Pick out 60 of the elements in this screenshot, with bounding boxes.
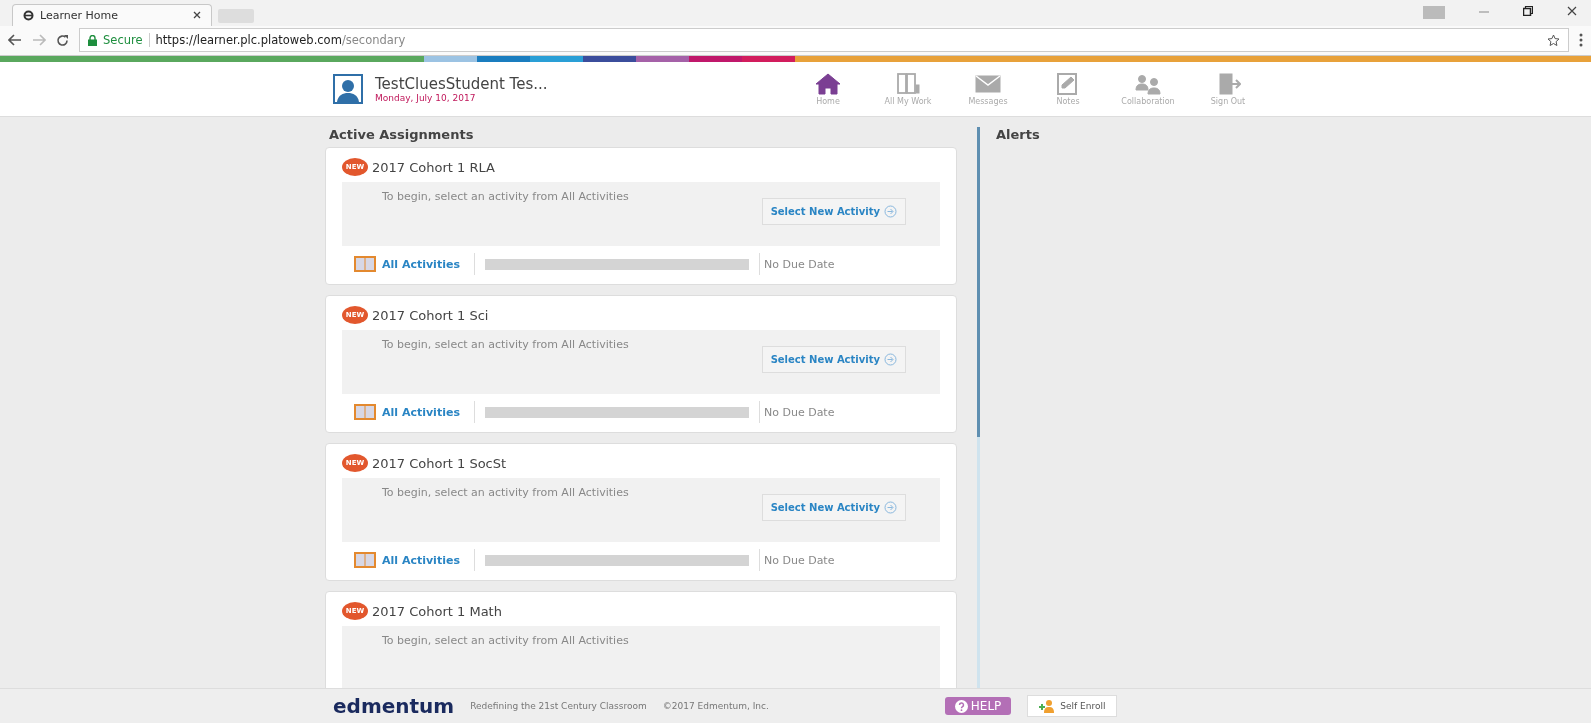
restore-icon[interactable] [1523, 6, 1533, 17]
back-icon[interactable] [8, 34, 22, 47]
scrollbar-thumb[interactable] [977, 127, 980, 437]
select-activity-button[interactable]: Select New Activity [761, 198, 906, 225]
close-icon[interactable] [193, 11, 201, 20]
book-icon [354, 256, 376, 272]
assignment-title: 2017 Cohort 1 SocSt [372, 455, 507, 471]
instruction-text: To begin, select an activity from All Activities [382, 338, 629, 351]
book-icon [895, 72, 921, 95]
envelope-icon [975, 72, 1001, 95]
avatar-icon [333, 74, 363, 104]
instruction-text: To begin, select an activity from All Activities [382, 486, 629, 499]
bookmark-star-icon[interactable] [1547, 33, 1560, 47]
due-date: No Due Date [764, 257, 835, 271]
tagline: Redefining the 21st Century Classroom [470, 701, 647, 711]
assignment-title: 2017 Cohort 1 Math [372, 603, 502, 619]
url-text: https://learner.plc.platoweb.com/secondary [155, 33, 406, 48]
tab-title: Learner Home [40, 8, 118, 22]
due-date: No Due Date [764, 405, 835, 419]
current-date: Monday, July 10, 2017 [375, 93, 477, 103]
arrow-circle-icon [884, 501, 897, 514]
address-bar[interactable]: Secure https://learner.plc.platoweb.com/secondary [79, 28, 1569, 53]
lock-icon [88, 34, 97, 46]
nav-item[interactable]: Notes [1033, 72, 1103, 106]
secure-label: Secure [103, 33, 143, 48]
close-icon[interactable] [1567, 6, 1577, 17]
nav-item[interactable]: Sign Out [1193, 72, 1263, 106]
question-icon [954, 699, 968, 713]
help-button[interactable]: HELP [944, 697, 1012, 715]
menu-icon[interactable] [1579, 33, 1583, 48]
section-heading: Active Assignments [329, 127, 475, 142]
due-date: No Due Date [764, 553, 835, 567]
copyright-text: ©2017 Edmentum, Inc. [662, 701, 769, 711]
nav-item[interactable]: All My Work [873, 72, 943, 106]
arrow-circle-icon [884, 353, 897, 366]
nav-item[interactable]: Collaboration [1113, 72, 1183, 106]
add-person-icon [1038, 699, 1055, 713]
instruction-text: To begin, select an activity from All Activities [382, 190, 629, 203]
page-favicon-icon [23, 9, 34, 21]
assignment-title: 2017 Cohort 1 Sci [372, 307, 489, 323]
instruction-text: To begin, select an activity from All Activities [382, 634, 629, 647]
arrow-circle-icon [884, 205, 897, 218]
all-activities-link[interactable]: All Activities [354, 404, 464, 420]
self-enroll-button[interactable]: Self Enroll [1027, 695, 1117, 717]
edmentum-logo: edmentum [333, 694, 455, 718]
book-icon [354, 404, 376, 420]
reload-icon[interactable] [56, 33, 69, 47]
select-activity-button[interactable]: Select New Activity [761, 494, 906, 521]
user-name: TestCluesStudent Tes... [375, 75, 548, 93]
all-activities-link[interactable]: All Activities [354, 552, 464, 568]
house-icon [815, 72, 841, 95]
browser-tab[interactable]: Learner Home [12, 3, 212, 26]
assignment-title: 2017 Cohort 1 RLA [372, 159, 495, 175]
select-activity-button[interactable]: Select New Activity [761, 346, 906, 373]
all-activities-link[interactable]: All Activities [354, 256, 464, 272]
book-icon [354, 552, 376, 568]
people-icon [1135, 72, 1161, 95]
nav-item[interactable]: Home [793, 72, 863, 106]
nav-item[interactable]: Messages [953, 72, 1023, 106]
alerts-heading: Alerts [996, 127, 1040, 142]
